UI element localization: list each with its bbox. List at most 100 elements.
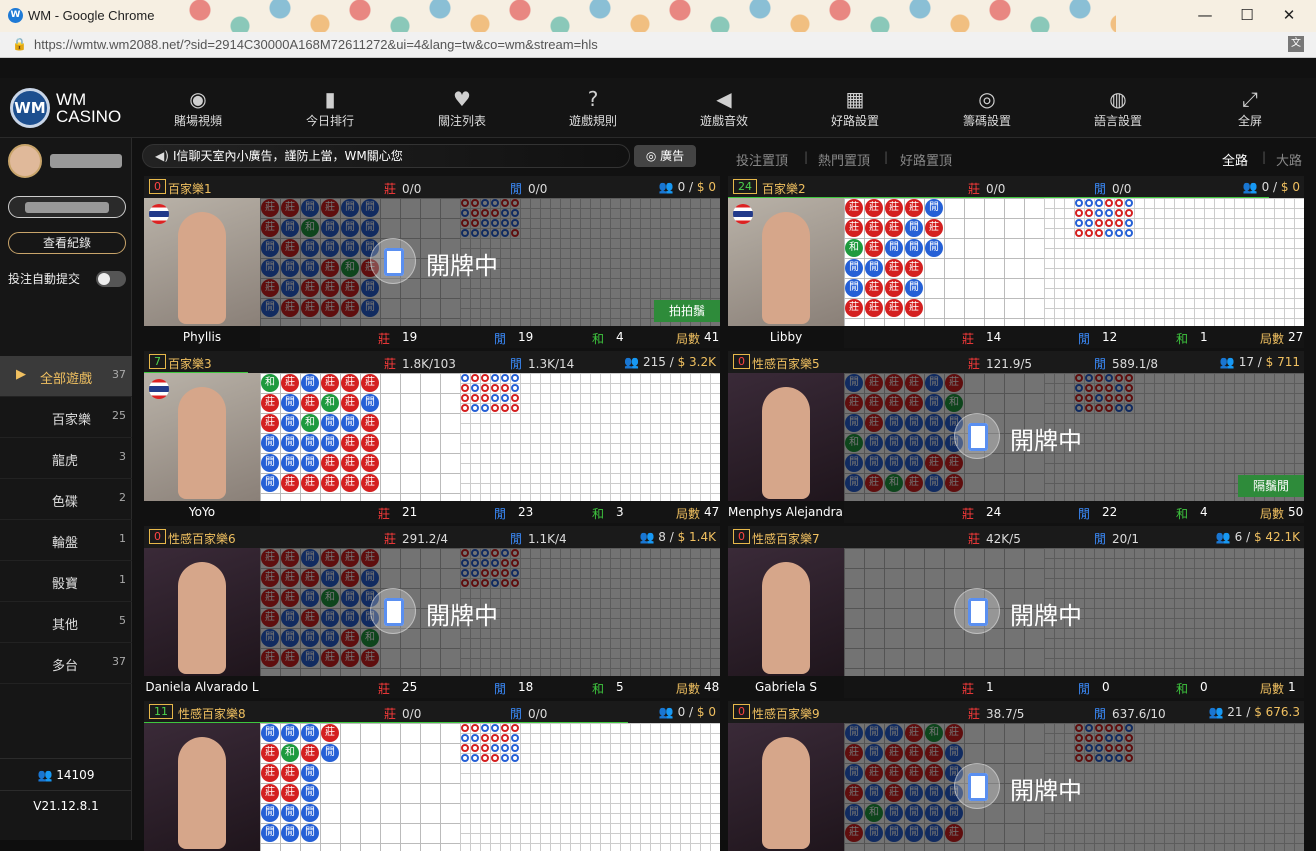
road-ring [1115, 724, 1123, 732]
road-ring [501, 744, 509, 752]
room-footer: 莊 19 閒 19 和 4 局數 41 [260, 326, 720, 348]
room-countdown: 11 [149, 704, 173, 719]
bead: 莊 [361, 414, 379, 432]
dealer-video[interactable] [144, 723, 260, 851]
road-ring [491, 199, 499, 207]
nav-label: 遊戲音效 [699, 114, 748, 128]
tab-bet-pin[interactable]: 投注置頂 [736, 150, 788, 169]
banker-count-label: 莊 [962, 332, 975, 346]
road-ring [1075, 219, 1083, 227]
dealer-video[interactable] [728, 373, 844, 501]
dealer-video[interactable] [144, 198, 260, 326]
grid-icon: ▦ [845, 87, 865, 111]
room-card[interactable]: 0 性感百家樂5 莊 121.9/5 閒 589.1/8 👥 17 / $ 711 閒莊閒和閒… [728, 351, 1304, 523]
autobet-toggle[interactable] [96, 271, 126, 287]
road-ring [1115, 404, 1123, 412]
address-bar[interactable]: 🔒 https://wmtw.wm2088.net/?sid=2914C3000… [0, 32, 1316, 58]
maximize-button[interactable]: ☐ [1232, 6, 1262, 24]
wm-casino-logo[interactable]: WM WM CASINO [10, 88, 121, 128]
road-tag: 拍拍鬚 [654, 300, 720, 322]
nav-fullscreen[interactable]: ⤢ 全屏 [1210, 86, 1290, 129]
room-money: $ 3.2K [677, 355, 716, 369]
users-icon: 👥 [1242, 180, 1262, 194]
road-ring [471, 404, 479, 412]
nav-chip[interactable]: ◎ 籌碼設置 [947, 86, 1027, 129]
dealer-video[interactable] [728, 723, 844, 851]
nav-webcam[interactable]: ◉ 賭場視頻 [158, 86, 238, 129]
close-button[interactable]: ✕ [1274, 6, 1304, 24]
road-ring [471, 579, 479, 587]
category-item[interactable]: 輪盤 1 [0, 520, 132, 561]
room-card[interactable]: 0 百家樂1 莊 0/0 閒 0/0 👥 0 / $ 0莊莊閒閒莊閒莊閒莊閒閒莊閒和閒閒莊莊… [144, 176, 720, 348]
nav-bar-chart[interactable]: ▮ 今日排行 [290, 86, 370, 129]
road-ring [491, 744, 499, 752]
tab-hot-pin[interactable]: 熱門置頂 [818, 150, 870, 169]
nav-grid[interactable]: ▦ 好路設置 [815, 86, 895, 129]
bar-chart-icon: ▮ [324, 87, 336, 111]
room-card[interactable]: 7 百家樂3 莊 1.8K/103 閒 1.3K/14 👥 215 / $ 3.2K 和莊莊閒… [144, 351, 720, 523]
category-item[interactable]: 龍虎 3 [0, 438, 132, 479]
road-ring [471, 734, 479, 742]
tab-big-road[interactable]: 大路 [1276, 150, 1302, 169]
category-count: 37 [112, 655, 126, 668]
bead: 莊 [885, 279, 903, 297]
dealer-figure [762, 212, 810, 324]
avatar[interactable] [8, 144, 42, 178]
logo-text: WM CASINO [56, 90, 122, 126]
dealing-text: 開牌中 [1010, 427, 1082, 455]
minimize-button[interactable]: — [1190, 6, 1220, 24]
road-ring [1125, 374, 1133, 382]
tab-goodroad-pin[interactable]: 好路置頂 [900, 150, 952, 169]
history-button[interactable]: 查看紀錄 [8, 232, 126, 254]
people-count: 17 [1238, 355, 1254, 369]
dealer-video[interactable] [728, 198, 844, 326]
road-ring [491, 394, 499, 402]
people-count: 215 [643, 355, 666, 369]
player-bet-label: 閒 [1094, 357, 1107, 371]
url-text[interactable]: https://wmtw.wm2088.net/?sid=2914C30000A… [34, 37, 598, 52]
road-ring [491, 734, 499, 742]
room-card[interactable]: 24 百家樂2 莊 0/0 閒 0/0 👥 0 / $ 0莊莊和閒閒莊莊莊莊閒莊莊莊莊閒莊莊… [728, 176, 1304, 348]
category-item[interactable]: 色碟 2 [0, 479, 132, 520]
bead: 莊 [845, 299, 863, 317]
room-card[interactable]: 0 性感百家樂9 莊 38.7/5 閒 637.6/10 👥 21 / $ 676.3 閒莊閒… [728, 701, 1304, 851]
bead: 莊 [925, 744, 943, 762]
category-item[interactable]: 其他 5 [0, 602, 132, 643]
translate-icon[interactable]: 文 [1288, 36, 1304, 52]
category-count: 1 [119, 573, 126, 586]
category-item[interactable]: 多台 37 [0, 643, 132, 684]
nav-heart[interactable]: ♥ 關注列表 [422, 86, 502, 129]
nav-globe[interactable]: ◍ 語言設置 [1078, 86, 1158, 129]
dealer-video[interactable] [144, 373, 260, 501]
dealer-video[interactable] [144, 548, 260, 676]
road-ring [1075, 229, 1083, 237]
road-ring [511, 199, 519, 207]
nav-question[interactable]: ? 遊戲規則 [553, 86, 633, 129]
bead: 莊 [905, 199, 923, 217]
tab-all-roads[interactable]: 全路 [1222, 150, 1248, 169]
road-ring [1085, 394, 1093, 402]
nav-speaker[interactable]: ◀ 遊戲音效 [684, 86, 764, 129]
bead: 閒 [301, 199, 319, 217]
bead: 莊 [341, 569, 359, 587]
separator: / [1242, 530, 1254, 544]
road-ring [1105, 404, 1113, 412]
player-bet-value: 0/0 [1112, 182, 1132, 196]
bead: 莊 [925, 454, 943, 472]
road-ring [1115, 384, 1123, 392]
bead: 莊 [261, 764, 279, 782]
bead: 和 [945, 394, 963, 412]
ad-button[interactable]: ◎ 廣告 [634, 145, 696, 167]
bead: 莊 [361, 374, 379, 392]
room-card[interactable]: 0 性感百家樂6 莊 291.2/4 閒 1.1K/4 👥 8 / $ 1.4K 莊莊莊莊閒莊… [144, 526, 720, 698]
category-item[interactable]: 骰寶 1 [0, 561, 132, 602]
road-ring [501, 394, 509, 402]
category-item[interactable]: 百家樂 25 [0, 397, 132, 438]
room-card[interactable]: 11 性感百家樂8 莊 0/0 閒 0/0 👥 0 / $ 0閒莊莊莊閒閒閒和莊莊閒閒閒莊閒… [144, 701, 720, 851]
dealer-video[interactable] [728, 548, 844, 676]
category-item[interactable]: ▶ 全部遊戲 37 [0, 356, 132, 397]
banker-bet: 莊 0/0 [968, 180, 1005, 197]
room-footer: 莊 21 閒 23 和 3 局數 47 [260, 501, 720, 523]
road-ring [1085, 384, 1093, 392]
room-card[interactable]: 0 性感百家樂7 莊 42K/5 閒 20/1 👥 6 / $ 42.1K 開牌中 Gabrie… [728, 526, 1304, 698]
